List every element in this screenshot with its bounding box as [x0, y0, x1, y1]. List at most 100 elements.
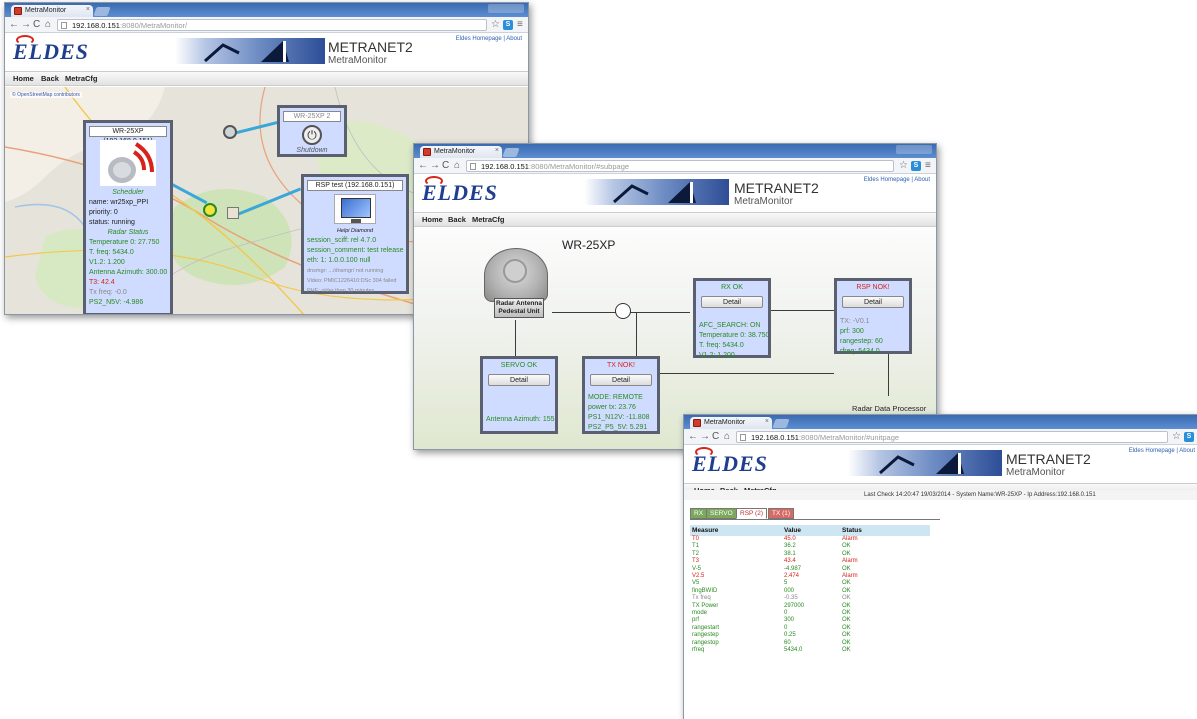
cell-status: Alarm [842, 573, 858, 580]
home-icon[interactable]: ⌂ [45, 19, 51, 30]
star-icon[interactable]: ☆ [899, 160, 908, 171]
osm-attribution[interactable]: © OpenStreetMap contributors [10, 92, 82, 98]
forward-arrow-icon[interactable]: → [21, 19, 31, 30]
table-row: V-5 -4.987 OK [690, 566, 930, 573]
menu-icon[interactable]: ≡ [517, 19, 523, 30]
rsp-line: session_comment: test release [307, 247, 404, 254]
favicon-icon [693, 419, 701, 427]
rsp-map-marker-icon[interactable] [227, 207, 239, 219]
header-links[interactable]: Eldes Homepage | About [1129, 448, 1195, 454]
radar-map-marker-icon[interactable] [223, 125, 237, 139]
shutdown-status: Shutdown [296, 147, 328, 154]
reload-icon[interactable]: C [33, 19, 40, 30]
tx-unit-panel[interactable]: TX NOK! Detail MODE: REMOTE power tx: 23… [582, 356, 660, 434]
skype-extension-icon[interactable]: S [1184, 432, 1194, 442]
last-check-status: Last Check 14:20:47 19/03/2014 - System … [684, 490, 1197, 500]
menu-icon[interactable]: ≡ [925, 160, 931, 171]
header-links[interactable]: Eldes Homepage | About [456, 36, 522, 42]
menu-back[interactable]: Back [41, 74, 59, 83]
header-links[interactable]: Eldes Homepage | About [864, 177, 930, 183]
scheduler-status: status: running [89, 219, 135, 226]
cell-value: -0.35 [784, 595, 798, 602]
address-bar[interactable]: 192.168.0.151:8080/MetraMonitor/#unitpag… [736, 431, 1168, 443]
cell-measure: rfreq [692, 647, 705, 654]
new-tab-button[interactable] [772, 419, 790, 428]
reload-icon[interactable]: C [712, 431, 719, 442]
close-tab-icon[interactable]: × [765, 418, 769, 425]
window-controls[interactable] [896, 145, 932, 154]
cell-value: 300 [784, 617, 795, 624]
rx-detail-button[interactable]: Detail [701, 296, 763, 308]
new-tab-button[interactable] [502, 148, 520, 157]
table-header-row: Measure Value Status [690, 525, 930, 536]
close-tab-icon[interactable]: × [86, 6, 90, 13]
home-icon[interactable]: ⌂ [454, 160, 460, 171]
antenna-banner-image [584, 179, 729, 205]
app-title: METRANET2 [1006, 451, 1091, 467]
menu-home[interactable]: Home [422, 215, 443, 224]
tab-rsp[interactable]: RSP (2) [736, 508, 767, 519]
menu-metracfg[interactable]: MetraCfg [65, 74, 98, 83]
rsp-line: PHE: older than 30 minutes [307, 288, 375, 294]
panel-title: WR-25XP (192.168.0.151) [89, 126, 167, 145]
address-bar[interactable]: 192.168.0.151:8080/MetraMonitor/#subpage [466, 160, 894, 172]
cell-status: OK [842, 602, 851, 609]
rsp-unit-panel[interactable]: RSP NOK! Detail TX: -V0.1 prf: 300 range… [834, 278, 912, 355]
skype-extension-icon[interactable]: S [911, 161, 921, 171]
unit-reading: Antenna Azimuth: 155.08 [486, 416, 555, 423]
browser-tab[interactable]: MetraMonitor × [11, 5, 93, 17]
table-row: T3 43.4 Alarm [690, 558, 930, 565]
unit-reading: Temperature 0: 38.750 [699, 332, 768, 339]
browser-toolbar: ← → C ⌂ 192.168.0.151:8080/MetraMonitor/… [5, 17, 528, 33]
menu-back[interactable]: Back [448, 215, 466, 224]
rsp-line: Video: PMIC1226410:DSc 304 failed [307, 278, 397, 284]
browser-tab[interactable]: MetraMonitor × [690, 417, 772, 429]
rsp-line: dnsmgr: .../dnsmgr/ not running [307, 268, 384, 274]
rsp-detail-button[interactable]: Detail [842, 296, 904, 308]
forward-arrow-icon[interactable]: → [700, 431, 710, 442]
browser-tab[interactable]: MetraMonitor × [420, 146, 502, 158]
browser-toolbar: ← → C ⌂ 192.168.0.151:8080/MetraMonitor/… [414, 158, 936, 174]
app-header: ELDES METRANET2 MetraMonitor Eldes Homep… [684, 445, 1197, 483]
new-tab-button[interactable] [93, 7, 111, 16]
window-controls[interactable] [488, 4, 524, 13]
reading-line: T. freq: 5434.0 [89, 249, 134, 256]
browser-window-detail: MetraMonitor × ← → C ⌂ 192.168.0.151:8080… [683, 414, 1197, 719]
tab-rx[interactable]: RX [690, 508, 708, 519]
back-arrow-icon[interactable]: ← [688, 431, 698, 442]
home-icon[interactable]: ⌂ [724, 431, 730, 442]
back-arrow-icon[interactable]: ← [9, 19, 19, 30]
rx-unit-panel[interactable]: RX OK Detail AFC_SEARCH: ON Temperature … [693, 278, 771, 359]
tab-servo[interactable]: SERVO [706, 508, 737, 519]
close-tab-icon[interactable]: × [495, 147, 499, 154]
table-row: Tx freq -0.35 OK [690, 595, 930, 602]
url-host: 192.168.0.151 [72, 21, 120, 30]
offline-radar-panel[interactable]: WR-25XP 2 ⏻ Shutdown [277, 105, 347, 157]
star-icon[interactable]: ☆ [491, 19, 500, 30]
servo-unit-panel[interactable]: SERVO OK Detail Antenna Azimuth: 155.08 [480, 356, 558, 434]
tab-strip: MetraMonitor × [5, 3, 528, 17]
forward-arrow-icon[interactable]: → [430, 160, 440, 171]
cell-value: 60 [784, 639, 791, 646]
url-path: :8080/MetraMonitor/#unitpage [798, 433, 900, 442]
skype-extension-icon[interactable]: S [503, 20, 513, 30]
tab-strip: MetraMonitor × [414, 144, 936, 158]
tx-detail-button[interactable]: Detail [590, 374, 652, 386]
table-row: mode 0 OK [690, 610, 930, 617]
star-icon[interactable]: ☆ [1172, 431, 1181, 442]
radar-info-panel[interactable]: WR-25XP (192.168.0.151) Scheduler name: … [83, 120, 173, 314]
servo-detail-button[interactable]: Detail [488, 374, 550, 386]
rsp-info-panel[interactable]: RSP test (192.168.0.151) Helpi Diamond s… [301, 174, 409, 294]
eldes-logo: ELDES [422, 176, 498, 206]
radar-map-marker-icon[interactable] [203, 203, 217, 217]
table-row: rangestop 60 OK [690, 640, 930, 647]
menu-metracfg[interactable]: MetraCfg [472, 215, 505, 224]
cell-value: 297000 [784, 602, 805, 609]
main-menu: Home Back MetraCfg [5, 71, 528, 86]
reload-icon[interactable]: C [442, 160, 449, 171]
back-arrow-icon[interactable]: ← [418, 160, 428, 171]
menu-home[interactable]: Home [13, 74, 34, 83]
address-bar[interactable]: 192.168.0.151:8080/MetraMonitor/ [57, 19, 487, 31]
unit-reading: prf: 300 [840, 328, 864, 335]
tab-tx[interactable]: TX (1) [768, 508, 795, 519]
